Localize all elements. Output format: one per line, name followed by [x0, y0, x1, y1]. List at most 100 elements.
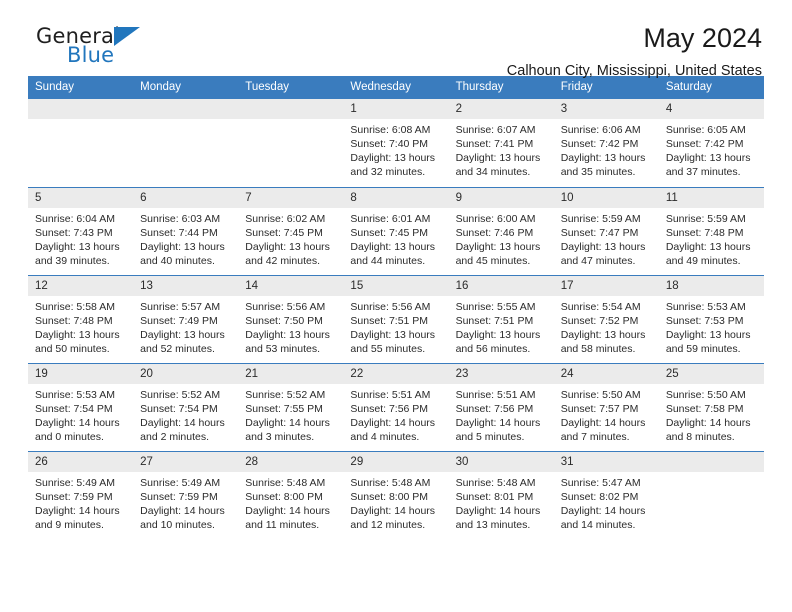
day-number: 25 [658, 363, 764, 384]
sunrise-text: Sunrise: 5:47 AM [560, 476, 641, 489]
daylight-text-line1: Daylight: 13 hours [665, 328, 751, 341]
calendar-day-cell[interactable]: 29 Sunrise: 5:48 AM Sunset: 8:00 PM Dayligh… [343, 450, 449, 539]
calendar-day-cell[interactable]: 17 Sunrise: 5:54 AM Sunset: 7:52 PM Dayligh… [553, 274, 659, 363]
day-details: Sunrise: 6:01 AM Sunset: 7:45 PM Daylight:… [343, 208, 448, 268]
sunset-text: Sunset: 7:59 PM [140, 490, 218, 503]
sunset-text: Sunset: 7:45 PM [245, 226, 323, 239]
day-number: 15 [343, 275, 449, 296]
calendar-day-cell[interactable]: 31 Sunrise: 5:47 AM Sunset: 8:02 PM Dayligh… [553, 450, 659, 539]
day-number [238, 99, 344, 119]
daylight-text-line1: Daylight: 13 hours [35, 328, 120, 341]
calendar-day-cell[interactable]: 6 Sunrise: 6:03 AM Sunset: 7:44 PM Daylight… [133, 186, 239, 275]
day-number: 23 [448, 363, 554, 384]
day-number: 29 [343, 451, 449, 472]
calendar-day-cell[interactable]: 16 Sunrise: 5:55 AM Sunset: 7:51 PM Dayligh… [448, 274, 554, 363]
calendar-day-cell[interactable]: 13 Sunrise: 5:57 AM Sunset: 7:49 PM Dayligh… [133, 274, 239, 363]
calendar-day-cell[interactable]: 22 Sunrise: 5:51 AM Sunset: 7:56 PM Dayligh… [343, 362, 449, 451]
calendar-week-row: 1 Sunrise: 6:08 AM Sunset: 7:40 PM Daylight… [28, 99, 764, 187]
sunrise-text: Sunrise: 6:04 AM [35, 212, 115, 225]
day-details: Sunrise: 5:50 AM Sunset: 7:58 PM Daylight:… [659, 384, 764, 444]
day-details: Sunrise: 6:08 AM Sunset: 7:40 PM Daylight:… [343, 119, 448, 179]
calendar-day-cell[interactable]: 7 Sunrise: 6:02 AM Sunset: 7:45 PM Daylight… [238, 186, 344, 275]
sunrise-text: Sunrise: 6:05 AM [665, 124, 746, 136]
daylight-text-line2: and 50 minutes. [35, 342, 110, 355]
calendar-day-cell[interactable]: 14 Sunrise: 5:56 AM Sunset: 7:50 PM Dayligh… [238, 274, 344, 363]
day-number [133, 99, 239, 119]
daylight-text-line1: Daylight: 13 hours [560, 152, 646, 164]
calendar-day-cell[interactable]: 23 Sunrise: 5:51 AM Sunset: 7:56 PM Dayligh… [448, 362, 554, 451]
calendar-day-cell[interactable]: 21 Sunrise: 5:52 AM Sunset: 7:55 PM Dayligh… [238, 362, 344, 451]
weekday-header-wednesday: Wednesday [343, 76, 449, 99]
calendar-day-cell[interactable]: 8 Sunrise: 6:01 AM Sunset: 7:45 PM Daylight… [343, 186, 449, 275]
daylight-text-line2: and 40 minutes. [140, 254, 215, 267]
sunset-text: Sunset: 7:41 PM [455, 138, 534, 150]
sunset-text: Sunset: 7:47 PM [560, 226, 639, 239]
daylight-text-line1: Daylight: 14 hours [245, 504, 330, 517]
daylight-text-line2: and 12 minutes. [350, 518, 426, 531]
day-number: 8 [343, 187, 449, 208]
weekday-header-monday: Monday [133, 76, 239, 99]
calendar-day-cell[interactable]: 12 Sunrise: 5:58 AM Sunset: 7:48 PM Dayligh… [28, 274, 134, 363]
sunset-text: Sunset: 8:02 PM [560, 490, 639, 503]
day-number: 26 [28, 451, 134, 472]
sunset-text: Sunset: 7:56 PM [455, 402, 534, 415]
day-details: Sunrise: 5:51 AM Sunset: 7:56 PM Daylight:… [449, 384, 554, 444]
daylight-text-line1: Daylight: 13 hours [245, 240, 330, 253]
calendar-day-cell[interactable]: 2 Sunrise: 6:07 AM Sunset: 7:41 PM Daylight… [448, 99, 554, 187]
sunrise-text: Sunrise: 5:51 AM [455, 388, 536, 401]
daylight-text-line1: Daylight: 13 hours [665, 240, 751, 253]
day-number: 10 [553, 187, 659, 208]
calendar-day-cell[interactable]: 28 Sunrise: 5:48 AM Sunset: 8:00 PM Dayligh… [238, 450, 344, 539]
calendar-day-cell[interactable]: 11 Sunrise: 5:59 AM Sunset: 7:48 PM Dayligh… [658, 186, 764, 275]
calendar-day-cell[interactable]: 1 Sunrise: 6:08 AM Sunset: 7:40 PM Daylight… [343, 99, 449, 187]
calendar-day-cell[interactable]: 9 Sunrise: 6:00 AM Sunset: 7:46 PM Daylight… [448, 186, 554, 275]
daylight-text-line2: and 14 minutes. [560, 518, 636, 531]
daylight-text-line1: Daylight: 14 hours [560, 504, 646, 517]
sunrise-text: Sunrise: 5:59 AM [665, 212, 746, 225]
day-details: Sunrise: 6:04 AM Sunset: 7:43 PM Daylight:… [28, 208, 133, 268]
calendar-week-row: 26 Sunrise: 5:49 AM Sunset: 7:59 PM Dayligh… [28, 450, 764, 539]
sunrise-text: Sunrise: 5:56 AM [245, 300, 326, 313]
calendar-day-cell[interactable]: 19 Sunrise: 5:53 AM Sunset: 7:54 PM Dayligh… [28, 362, 134, 451]
calendar-day-cell[interactable]: 5 Sunrise: 6:04 AM Sunset: 7:43 PM Daylight… [28, 186, 134, 275]
sunrise-text: Sunrise: 6:00 AM [455, 212, 536, 225]
day-number: 12 [28, 275, 134, 296]
sunset-text: Sunset: 8:00 PM [350, 490, 429, 503]
daylight-text-line1: Daylight: 13 hours [560, 240, 646, 253]
daylight-text-line1: Daylight: 14 hours [350, 504, 436, 517]
calendar-day-cell[interactable]: 20 Sunrise: 5:52 AM Sunset: 7:54 PM Dayligh… [133, 362, 239, 451]
daylight-text-line1: Daylight: 13 hours [455, 240, 541, 253]
weekday-header-saturday: Saturday [658, 76, 764, 99]
calendar-day-cell[interactable]: 15 Sunrise: 5:56 AM Sunset: 7:51 PM Dayligh… [343, 274, 449, 363]
daylight-text-line1: Daylight: 14 hours [245, 416, 330, 429]
day-number: 9 [448, 187, 554, 208]
day-details: Sunrise: 6:07 AM Sunset: 7:41 PM Daylight:… [449, 119, 554, 179]
calendar-day-cell[interactable]: 3 Sunrise: 6:06 AM Sunset: 7:42 PM Daylight… [553, 99, 659, 187]
daylight-text-line1: Daylight: 13 hours [350, 240, 436, 253]
day-details: Sunrise: 5:51 AM Sunset: 7:56 PM Daylight:… [343, 384, 448, 444]
daylight-text-line2: and 42 minutes. [245, 254, 320, 267]
day-details: Sunrise: 5:57 AM Sunset: 7:49 PM Daylight:… [133, 296, 238, 356]
calendar-day-cell[interactable]: 18 Sunrise: 5:53 AM Sunset: 7:53 PM Dayligh… [658, 274, 764, 363]
calendar-day-cell[interactable]: 25 Sunrise: 5:50 AM Sunset: 7:58 PM Dayligh… [658, 362, 764, 451]
daylight-text-line2: and 34 minutes. [455, 166, 531, 178]
sunset-text: Sunset: 7:52 PM [560, 314, 639, 327]
day-details: Sunrise: 6:02 AM Sunset: 7:45 PM Daylight:… [238, 208, 343, 268]
sunrise-sunset-calendar: Sunday Monday Tuesday Wednesday Thursday… [28, 76, 764, 539]
calendar-day-cell[interactable]: 10 Sunrise: 5:59 AM Sunset: 7:47 PM Dayligh… [553, 186, 659, 275]
calendar-week-row: 12 Sunrise: 5:58 AM Sunset: 7:48 PM Dayligh… [28, 274, 764, 363]
calendar-day-cell[interactable]: 24 Sunrise: 5:50 AM Sunset: 7:57 PM Dayligh… [553, 362, 659, 451]
daylight-text-line2: and 7 minutes. [560, 430, 630, 443]
calendar-day-cell[interactable]: 27 Sunrise: 5:49 AM Sunset: 7:59 PM Dayligh… [133, 450, 239, 539]
day-number: 11 [658, 187, 764, 208]
calendar-day-cell[interactable]: 30 Sunrise: 5:48 AM Sunset: 8:01 PM Dayligh… [448, 450, 554, 539]
day-number: 13 [133, 275, 239, 296]
daylight-text-line1: Daylight: 14 hours [35, 416, 120, 429]
sunset-text: Sunset: 7:42 PM [560, 138, 639, 150]
calendar-day-cell[interactable]: 4 Sunrise: 6:05 AM Sunset: 7:42 PM Daylight… [658, 99, 764, 187]
sunset-text: Sunset: 7:44 PM [140, 226, 218, 239]
sunrise-text: Sunrise: 6:01 AM [350, 212, 431, 225]
day-number: 18 [658, 275, 764, 296]
sunrise-text: Sunrise: 5:48 AM [455, 476, 536, 489]
calendar-day-cell[interactable]: 26 Sunrise: 5:49 AM Sunset: 7:59 PM Dayligh… [28, 450, 134, 539]
